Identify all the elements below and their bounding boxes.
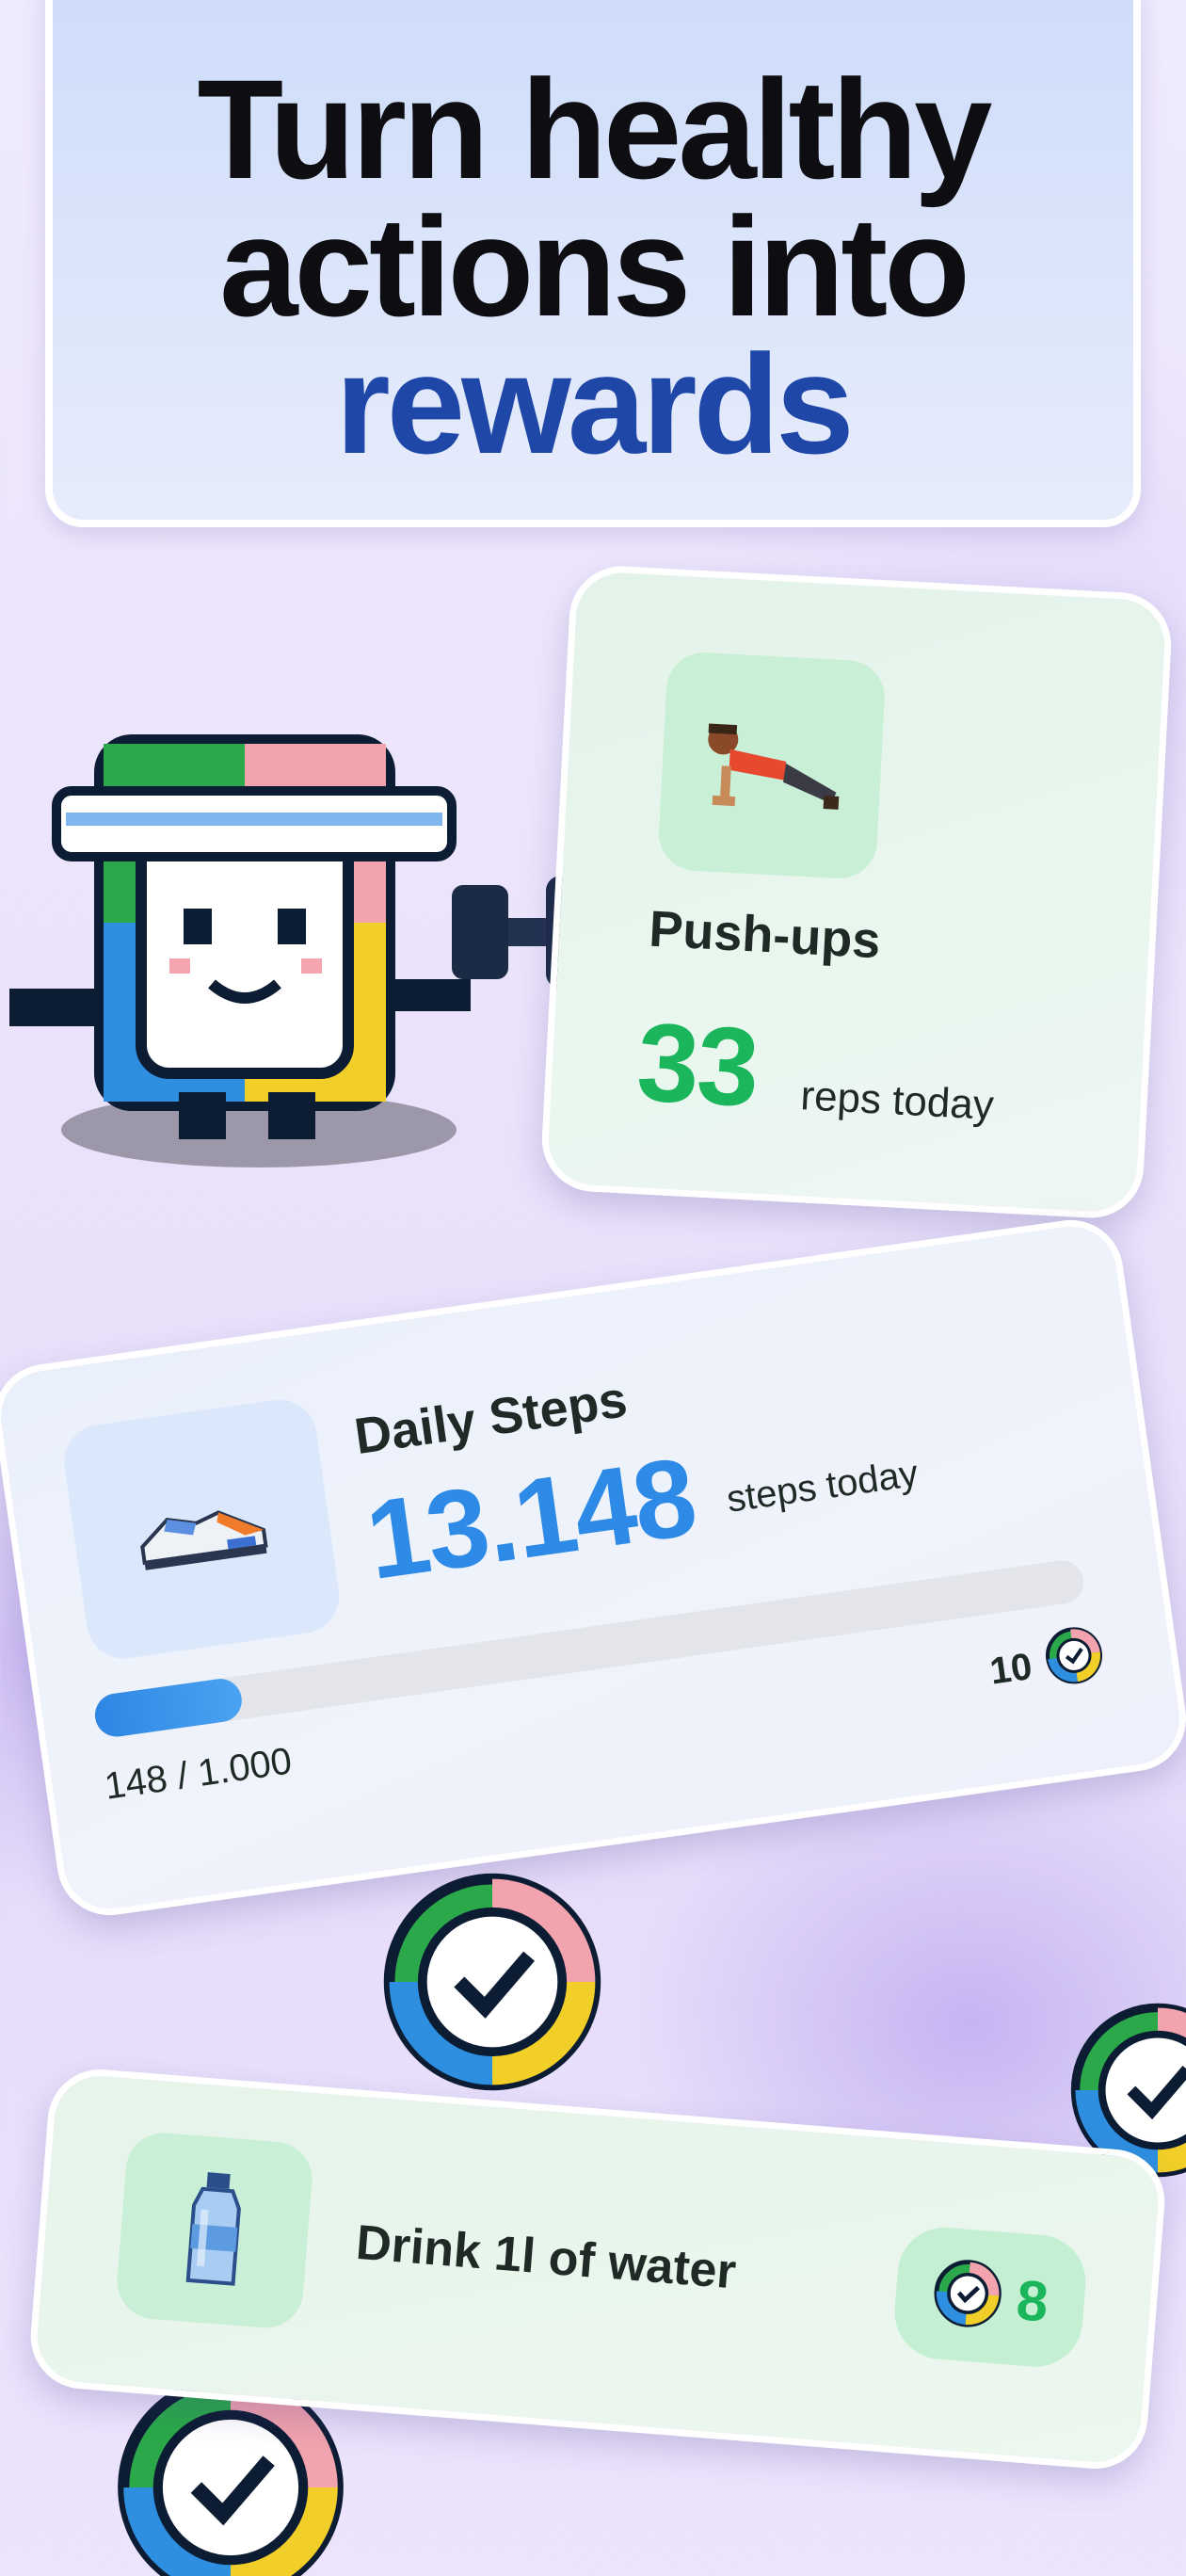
steps-unit: steps today bbox=[724, 1452, 922, 1521]
steps-progress-fill bbox=[91, 1676, 245, 1740]
pushups-card[interactable]: Push-ups 33 reps today bbox=[539, 563, 1174, 1221]
water-title: Drink 1l of water bbox=[354, 2214, 739, 2300]
check-coin-icon bbox=[375, 1864, 610, 2100]
daily-steps-card[interactable]: Daily Steps 13.148 steps today 10 148 / … bbox=[0, 1213, 1186, 1923]
water-icon-tile bbox=[114, 2130, 315, 2331]
pushups-count: 33 bbox=[633, 1000, 761, 1131]
pushups-unit: reps today bbox=[799, 1072, 996, 1129]
steps-icon-tile bbox=[59, 1394, 345, 1664]
coin-mascot-dumbbell-icon bbox=[0, 678, 612, 1186]
sneaker-icon bbox=[126, 1477, 278, 1581]
pushups-title: Push-ups bbox=[648, 900, 882, 970]
water-bottle-icon bbox=[172, 2166, 257, 2294]
check-coin-icon bbox=[929, 2255, 1006, 2337]
steps-progress-text: 148 / 1.000 bbox=[102, 1740, 295, 1808]
pushups-icon-tile bbox=[656, 651, 887, 881]
hero-title-line-2: actions into bbox=[219, 187, 970, 346]
hero-title-line-1: Turn healthy bbox=[197, 50, 993, 208]
water-reward-pill: 8 bbox=[890, 2224, 1090, 2371]
steps-reward-value: 10 bbox=[986, 1645, 1035, 1693]
person-pushup-icon bbox=[698, 710, 845, 821]
hero-title-accent: rewards bbox=[335, 325, 854, 483]
check-coin-icon bbox=[1040, 1621, 1110, 1699]
hero-banner: Turn healthy actions into rewards bbox=[45, 0, 1141, 527]
steps-reward: 10 bbox=[986, 1621, 1110, 1706]
water-reward-value: 8 bbox=[1014, 2267, 1051, 2334]
